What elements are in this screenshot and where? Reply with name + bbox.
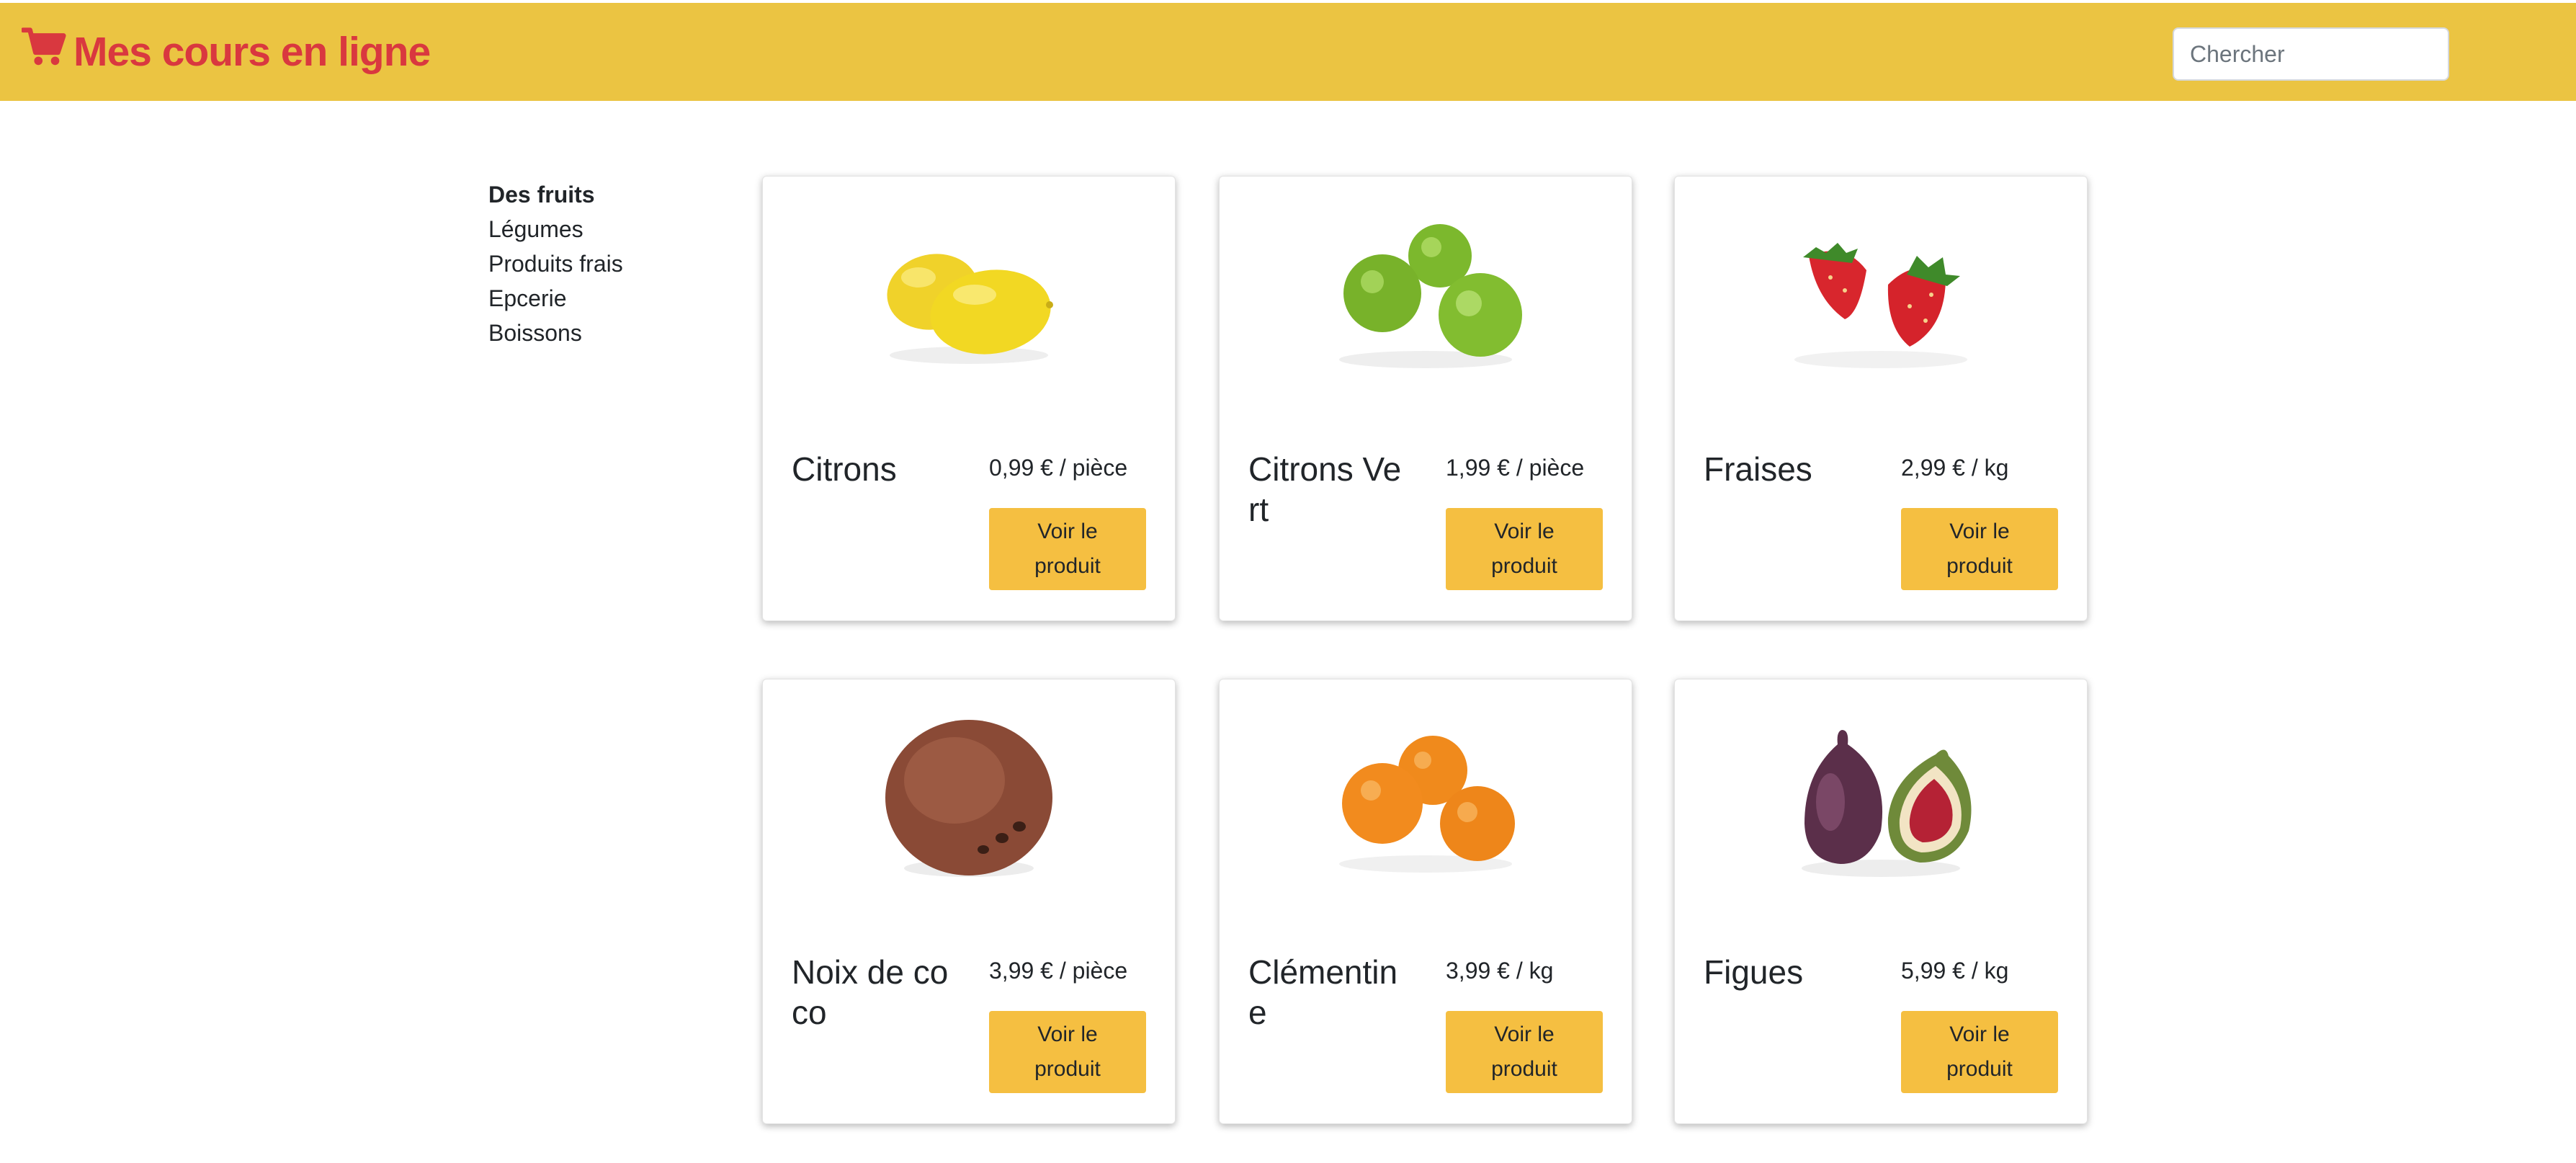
product-price: 1,99 € / pièce [1446,455,1585,481]
product-price: 0,99 € / pièce [989,455,1128,481]
shopping-cart-icon [20,25,73,79]
product-card: Clémentine 3,99 € / kg Voir le produit [1219,679,1632,1124]
sidebar-item-legumes[interactable]: Légumes [488,212,623,246]
clementine-image [1220,708,1632,881]
product-price: 3,99 € / kg [1446,958,1554,984]
top-navbar: Mes cours en ligne [0,3,2576,101]
product-price: 3,99 € / pièce [989,958,1128,984]
product-card: Fraises 2,99 € / kg Voir le produit [1674,176,2088,621]
product-card: Figues 5,99 € / kg Voir le produit [1674,679,2088,1124]
strawberry-image [1675,205,2087,378]
lime-image [1220,205,1632,378]
product-name: Citrons [792,450,897,488]
view-product-button[interactable]: Voir le produit [1446,1011,1603,1093]
sidebar-item-fruits[interactable]: Des fruits [488,177,623,212]
lemon-image [763,205,1175,378]
product-name: Figues [1704,953,1804,991]
product-card: Noix de coco 3,99 € / pièce Voir le prod… [762,679,1176,1124]
view-product-button[interactable]: Voir le produit [1901,508,2058,590]
coconut-image [763,708,1175,881]
product-price: 5,99 € / kg [1901,958,2009,984]
fig-image [1675,708,2087,881]
product-card: Citrons Vert 1,99 € / pièce Voir le prod… [1219,176,1632,621]
brand-logo[interactable]: Mes cours en ligne [20,25,431,79]
brand-title: Mes cours en ligne [73,29,431,75]
view-product-button[interactable]: Voir le produit [989,1011,1146,1093]
product-name: Noix de coco [792,953,949,1031]
product-price: 2,99 € / kg [1901,455,2009,481]
product-card: Citrons 0,99 € / pièce Voir le produit [762,176,1176,621]
product-name: Clémentine [1248,953,1398,1031]
sidebar-item-epcerie[interactable]: Epcerie [488,281,623,316]
sidebar-item-produits-frais[interactable]: Produits frais [488,246,623,281]
sidebar-item-boissons[interactable]: Boissons [488,316,623,350]
product-name: Fraises [1704,450,1812,488]
view-product-button[interactable]: Voir le produit [1446,508,1603,590]
product-name: Citrons Vert [1248,450,1402,528]
search-input[interactable] [2173,27,2449,81]
category-sidebar: Des fruits Légumes Produits frais Epceri… [488,177,623,350]
view-product-button[interactable]: Voir le produit [989,508,1146,590]
view-product-button[interactable]: Voir le produit [1901,1011,2058,1093]
